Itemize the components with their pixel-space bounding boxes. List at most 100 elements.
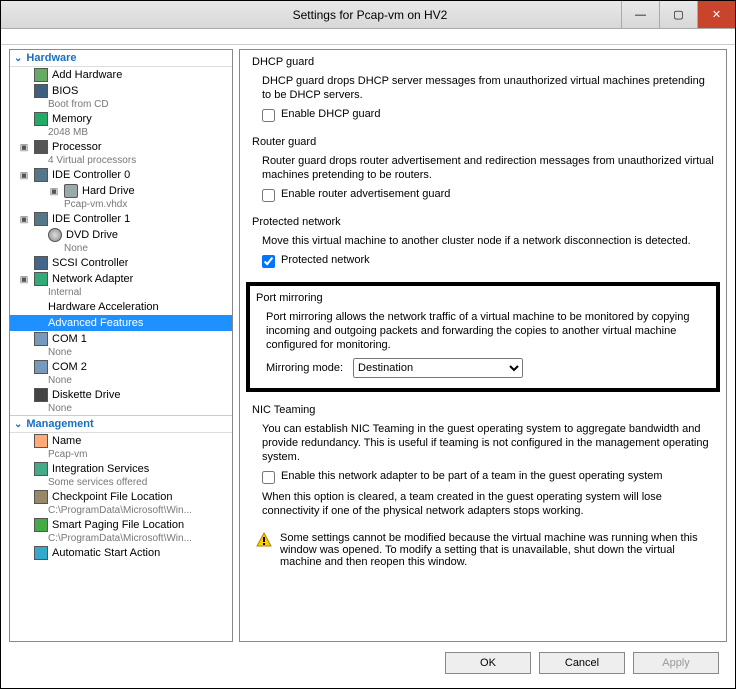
tree-com1[interactable]: COM 1 bbox=[10, 331, 232, 347]
ok-button[interactable]: OK bbox=[445, 652, 531, 674]
tree-network-adapter[interactable]: ▣Network Adapter bbox=[10, 271, 232, 287]
tree-advanced-features[interactable]: Advanced Features bbox=[10, 315, 232, 331]
memory-icon bbox=[34, 112, 48, 126]
tree-memory[interactable]: Memory bbox=[10, 111, 232, 127]
nic-teaming-title: NIC Teaming bbox=[252, 404, 714, 422]
diskette-icon bbox=[34, 388, 48, 402]
smart-paging-icon bbox=[34, 518, 48, 532]
settings-panel: DHCP guard DHCP guard drops DHCP server … bbox=[239, 49, 727, 642]
enable-dhcp-guard-checkbox[interactable] bbox=[262, 109, 275, 122]
collapse-icon: ⌄ bbox=[14, 53, 22, 64]
warning-message: Some settings cannot be modified because… bbox=[256, 532, 714, 568]
router-guard-group: Router guard Router guard drops router a… bbox=[252, 136, 714, 202]
nic-teaming-desc: You can establish NIC Teaming in the gue… bbox=[262, 422, 714, 464]
tree-memory-sub: 2048 MB bbox=[10, 127, 232, 139]
minimize-button[interactable]: — bbox=[621, 1, 659, 28]
protected-network-group: Protected network Move this virtual mach… bbox=[252, 216, 714, 268]
tree-chk-sub: C:\ProgramData\Microsoft\Win... bbox=[10, 505, 232, 517]
tree-smart-sub: C:\ProgramData\Microsoft\Win... bbox=[10, 533, 232, 545]
integration-icon bbox=[34, 462, 48, 476]
enable-dhcp-guard-row[interactable]: Enable DHCP guard bbox=[262, 108, 714, 122]
section-management[interactable]: ⌄Management bbox=[10, 415, 232, 433]
tree-bios[interactable]: BIOS bbox=[10, 83, 232, 99]
protected-network-title: Protected network bbox=[252, 216, 714, 234]
dhcp-guard-group: DHCP guard DHCP guard drops DHCP server … bbox=[252, 56, 714, 122]
enable-router-guard-checkbox[interactable] bbox=[262, 189, 275, 202]
toolbar-row bbox=[1, 29, 735, 45]
tree-processor-sub: 4 Virtual processors bbox=[10, 155, 232, 167]
expand-icon[interactable]: ▣ bbox=[18, 142, 30, 153]
tree-auto-start[interactable]: Automatic Start Action bbox=[10, 545, 232, 561]
protected-network-checkbox[interactable] bbox=[262, 255, 275, 268]
dhcp-guard-title: DHCP guard bbox=[252, 56, 714, 74]
settings-tree: ⌄Hardware Add Hardware BIOS Boot from CD… bbox=[9, 49, 233, 642]
tree-diskette[interactable]: Diskette Drive bbox=[10, 387, 232, 403]
tree-com1-sub: None bbox=[10, 347, 232, 359]
protected-network-row[interactable]: Protected network bbox=[262, 254, 714, 268]
network-icon bbox=[34, 272, 48, 286]
enable-nic-teaming-row[interactable]: Enable this network adapter to be part o… bbox=[262, 470, 714, 484]
dhcp-guard-desc: DHCP guard drops DHCP server messages fr… bbox=[262, 74, 714, 102]
maximize-button[interactable]: ▢ bbox=[659, 1, 697, 28]
enable-nic-teaming-checkbox[interactable] bbox=[262, 471, 275, 484]
tree-scsi[interactable]: SCSI Controller bbox=[10, 255, 232, 271]
tree-net-sub: Internal bbox=[10, 287, 232, 299]
tree-com2[interactable]: COM 2 bbox=[10, 359, 232, 375]
tree-hd-sub: Pcap-vm.vhdx bbox=[10, 199, 232, 211]
processor-icon bbox=[34, 140, 48, 154]
tree-com2-sub: None bbox=[10, 375, 232, 387]
tree-dvd-sub: None bbox=[10, 243, 232, 255]
apply-button[interactable]: Apply bbox=[633, 652, 719, 674]
section-hardware[interactable]: ⌄Hardware bbox=[10, 50, 232, 67]
collapse-icon[interactable]: ▣ bbox=[18, 214, 30, 225]
ide-icon bbox=[34, 212, 48, 226]
auto-start-icon bbox=[34, 546, 48, 560]
tree-integration[interactable]: Integration Services bbox=[10, 461, 232, 477]
cancel-button[interactable]: Cancel bbox=[539, 652, 625, 674]
tree-name[interactable]: Name bbox=[10, 433, 232, 449]
close-button[interactable]: ✕ bbox=[697, 1, 735, 28]
router-guard-desc: Router guard drops router advertisement … bbox=[262, 154, 714, 182]
add-hardware-icon bbox=[34, 68, 48, 82]
enable-router-guard-row[interactable]: Enable router advertisement guard bbox=[262, 188, 714, 202]
tree-checkpoint[interactable]: Checkpoint File Location bbox=[10, 489, 232, 505]
dialog-footer: OK Cancel Apply bbox=[1, 646, 735, 688]
tree-hw-accel[interactable]: Hardware Acceleration bbox=[10, 299, 232, 315]
tree-dvd[interactable]: DVD Drive bbox=[10, 227, 232, 243]
tree-hard-drive[interactable]: ▣Hard Drive bbox=[10, 183, 232, 199]
tree-ide1[interactable]: ▣IDE Controller 1 bbox=[10, 211, 232, 227]
tree-processor[interactable]: ▣Processor bbox=[10, 139, 232, 155]
com-port-icon bbox=[34, 360, 48, 374]
tree-bios-sub: Boot from CD bbox=[10, 99, 232, 111]
tree-diskette-sub: None bbox=[10, 403, 232, 415]
collapse-icon[interactable]: ▣ bbox=[18, 170, 30, 181]
port-mirroring-title: Port mirroring bbox=[256, 292, 710, 310]
dvd-icon bbox=[48, 228, 62, 242]
collapse-icon: ⌄ bbox=[14, 419, 22, 430]
mirroring-mode-label: Mirroring mode: bbox=[266, 362, 343, 374]
name-icon bbox=[34, 434, 48, 448]
tree-smart-paging[interactable]: Smart Paging File Location bbox=[10, 517, 232, 533]
title-bar: Settings for Pcap-vm on HV2 — ▢ ✕ bbox=[1, 1, 735, 29]
tree-add-hardware[interactable]: Add Hardware bbox=[10, 67, 232, 83]
ide-icon bbox=[34, 168, 48, 182]
com-port-icon bbox=[34, 332, 48, 346]
mirroring-mode-select[interactable]: Destination bbox=[353, 358, 523, 378]
tree-name-sub: Pcap-vm bbox=[10, 449, 232, 461]
protected-network-desc: Move this virtual machine to another clu… bbox=[262, 234, 714, 248]
port-mirroring-group: Port mirroring Port mirroring allows the… bbox=[246, 282, 720, 392]
window-title: Settings for Pcap-vm on HV2 bbox=[119, 8, 621, 22]
scsi-icon bbox=[34, 256, 48, 270]
tree-ide0[interactable]: ▣IDE Controller 0 bbox=[10, 167, 232, 183]
warning-icon bbox=[256, 532, 272, 548]
port-mirroring-desc: Port mirroring allows the network traffi… bbox=[266, 310, 710, 352]
tree-integ-sub: Some services offered bbox=[10, 477, 232, 489]
checkpoint-icon bbox=[34, 490, 48, 504]
bios-icon bbox=[34, 84, 48, 98]
nic-teaming-group: NIC Teaming You can establish NIC Teamin… bbox=[252, 404, 714, 518]
router-guard-title: Router guard bbox=[252, 136, 714, 154]
hard-drive-icon bbox=[64, 184, 78, 198]
expand-icon[interactable]: ▣ bbox=[48, 186, 60, 197]
collapse-icon[interactable]: ▣ bbox=[18, 274, 30, 285]
nic-teaming-desc2: When this option is cleared, a team crea… bbox=[262, 490, 714, 518]
